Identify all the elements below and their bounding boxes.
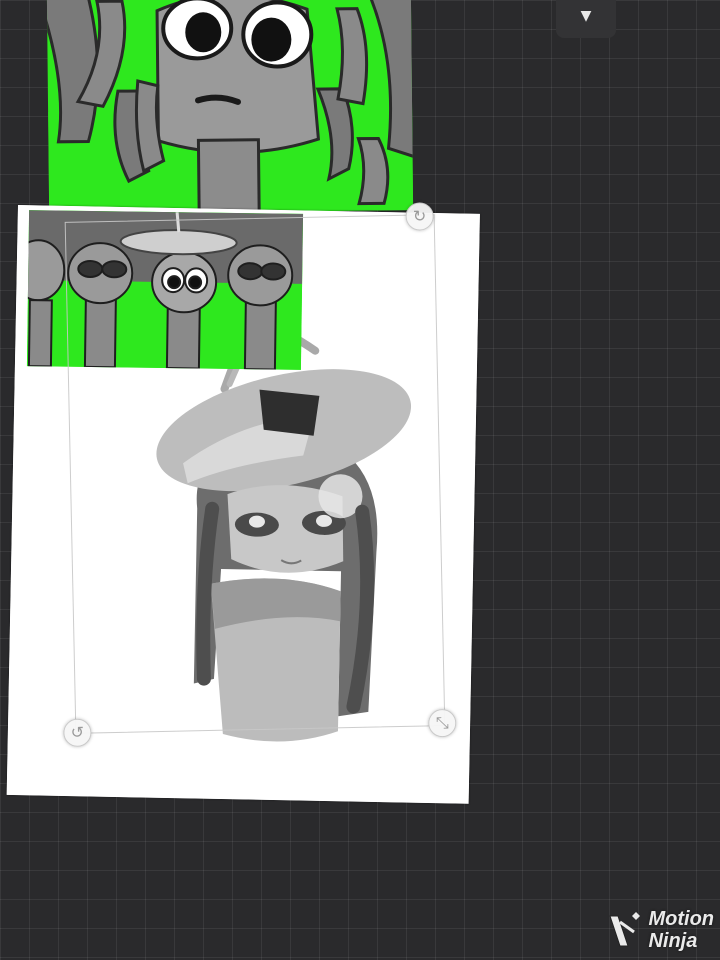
dropdown-button[interactable]: ▼ xyxy=(556,0,616,38)
layer-character-group[interactable] xyxy=(26,210,304,370)
layer-character-closeup[interactable] xyxy=(46,0,414,214)
character-closeup-image xyxy=(46,0,414,214)
watermark-line-1: Motion xyxy=(648,908,714,930)
motion-ninja-logo-icon xyxy=(609,912,641,947)
chevron-down-icon: ▼ xyxy=(580,8,592,24)
editor-canvas[interactable]: ↻ ↺ ⤡ ▼ Motion Ninja xyxy=(0,0,720,960)
watermark-line-2: Ninja xyxy=(648,930,698,952)
character-group-image xyxy=(26,210,304,370)
motion-ninja-watermark: Motion Ninja xyxy=(608,908,714,952)
